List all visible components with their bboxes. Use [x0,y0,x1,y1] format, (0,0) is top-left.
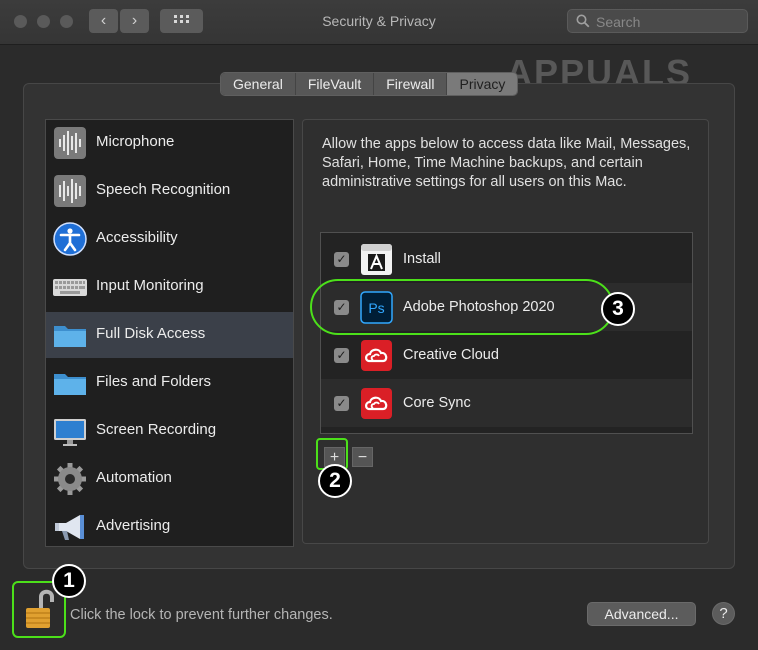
search-input[interactable] [594,12,746,32]
sidebar-item-screen-recording[interactable]: Screen Recording [46,408,293,454]
checkmark-icon: ✓ [336,252,347,266]
app-label: Install [403,251,441,267]
checkmark-icon: ✓ [336,300,347,314]
sidebar-item-input-monitoring[interactable]: Input Monitoring [46,264,293,310]
creative-cloud-icon [361,340,392,371]
search-icon [576,14,590,28]
app-checkbox[interactable]: ✓ [334,252,349,267]
sidebar-item-automation[interactable]: Automation [46,456,293,502]
app-list: ✓ Install ✓ Ps Adobe Photoshop 2020 ✓ Cr… [320,232,693,434]
sidebar-item-label: Screen Recording [96,421,217,438]
sidebar-item-files-and-folders[interactable]: Files and Folders [46,360,293,406]
sidebar-item-label: Automation [96,469,172,486]
gear-icon [54,463,86,495]
app-row-adobe-photoshop-2020[interactable]: ✓ Ps Adobe Photoshop 2020 [321,283,692,331]
search-field[interactable] [567,9,748,33]
sidebar-item-speech-recognition[interactable]: Speech Recognition [46,168,293,214]
checkmark-icon: ✓ [336,396,347,410]
sidebar-item-label: Full Disk Access [96,325,206,342]
lock-hint: Click the lock to prevent further change… [70,607,333,623]
title-bar: ‹ › Security & Privacy [0,0,758,45]
app-label: Adobe Photoshop 2020 [403,299,555,315]
sidebar-item-label: Advertising [96,517,171,534]
help-button[interactable]: ? [712,602,735,625]
sidebar-item-label: Input Monitoring [96,277,204,294]
sidebar-item-label: Files and Folders [96,373,212,390]
checkmark-icon: ✓ [336,348,347,362]
microphone-icon [54,127,86,159]
app-checkbox[interactable]: ✓ [334,396,349,411]
tab-privacy[interactable]: Privacy [447,73,518,95]
sidebar-item-label: Speech Recognition [96,181,231,198]
sidebar-item-microphone[interactable]: Microphone [46,120,293,166]
sidebar-item-full-disk-access[interactable]: Full Disk Access [46,312,293,358]
core-sync-icon [361,388,392,419]
adobe-installer-icon [361,244,392,275]
accessibility-icon [53,222,87,256]
app-label: Core Sync [403,395,471,411]
tab-general[interactable]: General [221,73,296,95]
app-row-core-sync[interactable]: ✓ Core Sync [321,379,692,427]
remove-app-button[interactable]: − [352,447,373,467]
tab-bar: General FileVault Firewall Privacy [220,72,519,96]
annotation-badge-3: 3 [601,292,635,326]
app-checkbox[interactable]: ✓ [334,300,349,315]
app-row-creative-cloud[interactable]: ✓ Creative Cloud [321,331,692,379]
svg-text:Ps: Ps [368,300,384,316]
sidebar-item-label: Accessibility [96,229,178,246]
privacy-category-list: Microphone Speech Recognition Accessibil… [45,119,294,547]
folder-icon [54,326,86,347]
photoshop-icon: Ps [360,291,393,324]
megaphone-icon [55,515,84,540]
sidebar-item-advertising[interactable]: Advertising [46,504,293,546]
sidebar-item-label: Microphone [96,133,175,150]
folder-icon [54,374,86,395]
display-icon [54,419,86,446]
advanced-button[interactable]: Advanced... [587,602,696,626]
keyboard-icon [53,279,87,296]
annotation-badge-1: 1 [52,564,86,598]
access-description: Allow the apps below to access data like… [322,136,691,190]
speech-recognition-icon [54,175,86,207]
app-row-install[interactable]: ✓ Install [321,235,692,283]
sidebar-item-accessibility[interactable]: Accessibility [46,216,293,262]
app-label: Creative Cloud [403,347,499,363]
tab-filevault[interactable]: FileVault [295,73,375,95]
tab-firewall[interactable]: Firewall [374,73,448,95]
app-checkbox[interactable]: ✓ [334,348,349,363]
annotation-badge-2: 2 [318,464,352,498]
